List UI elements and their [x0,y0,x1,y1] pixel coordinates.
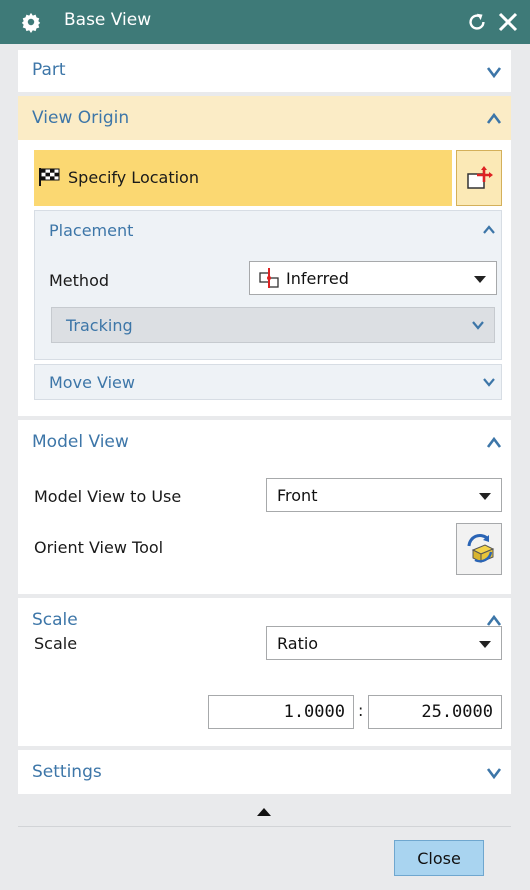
dialog-title: Base View [64,10,152,30]
close-icon[interactable] [496,10,520,34]
chevron-up-icon[interactable] [486,113,502,125]
scale-type-select[interactable]: Ratio [266,626,502,660]
scale-title: Scale [32,610,78,630]
point-dialog-icon [467,166,493,189]
placement-title: Placement [49,221,134,240]
chevron-down-icon[interactable] [470,319,486,331]
scale-type-value: Ratio [277,634,319,653]
title-bar[interactable]: Base View [0,0,530,44]
move-view-title: Move View [49,373,135,392]
reset-icon[interactable] [466,10,488,34]
orient-view-button[interactable] [456,523,502,575]
chevron-up-icon[interactable] [481,224,497,236]
chevron-down-icon[interactable] [486,767,502,779]
model-view-value: Front [277,486,318,505]
view-origin-title: View Origin [32,108,130,128]
model-view-select[interactable]: Front [266,478,502,512]
settings-title: Settings [32,762,102,782]
view-origin-header[interactable]: View Origin [18,96,511,140]
tracking-header[interactable]: Tracking [51,307,495,343]
collapse-up-icon[interactable] [257,808,271,816]
model-view-header[interactable]: Model View [18,420,511,464]
scale-group: Scale Scale Ratio 1.0000 : 25.0000 [18,598,511,746]
method-label: Method [49,271,110,290]
scale-label: Scale [34,634,78,653]
scale-separator: : [358,701,364,720]
part-title: Part [32,60,66,80]
settings-group: Settings [18,750,511,794]
base-view-dialog: Base View Part View Origin Specify Locat… [0,0,530,890]
placement-subgroup: Placement Method Inferred Tracking [34,210,502,360]
specify-location-row[interactable]: Specify Location [34,150,452,206]
footer-toggle[interactable] [18,796,511,827]
method-value: Inferred [286,269,349,288]
model-view-to-use-label: Model View to Use [34,487,182,506]
caret-down-icon [474,276,486,283]
caret-down-icon [479,641,491,648]
gear-icon[interactable] [20,11,42,33]
model-view-group: Model View Model View to Use Front Orien… [18,420,511,594]
move-view-header[interactable]: Move View [34,364,502,400]
scale-numerator-input[interactable]: 1.0000 [208,695,354,729]
chevron-up-icon[interactable] [486,437,502,449]
inferred-icon [259,268,279,288]
orient-view-tool-label: Orient View Tool [34,538,164,557]
chevron-down-icon[interactable] [486,66,502,78]
checkered-flag-icon [39,168,60,186]
settings-header[interactable]: Settings [18,750,511,794]
scale-denominator-input[interactable]: 25.0000 [368,695,502,729]
caret-down-icon [479,493,491,500]
point-dialog-button[interactable] [456,150,502,206]
method-select[interactable]: Inferred [249,261,497,295]
part-header[interactable]: Part [18,50,511,92]
specify-location-label: Specify Location [68,168,199,187]
chevron-down-icon[interactable] [481,376,497,388]
orient-view-icon [467,533,495,563]
model-view-title: Model View [32,432,129,452]
close-button[interactable]: Close [394,840,484,876]
tracking-title: Tracking [66,316,133,335]
part-group: Part [18,50,511,92]
view-origin-group: View Origin Specify Location Placement M… [18,96,511,416]
